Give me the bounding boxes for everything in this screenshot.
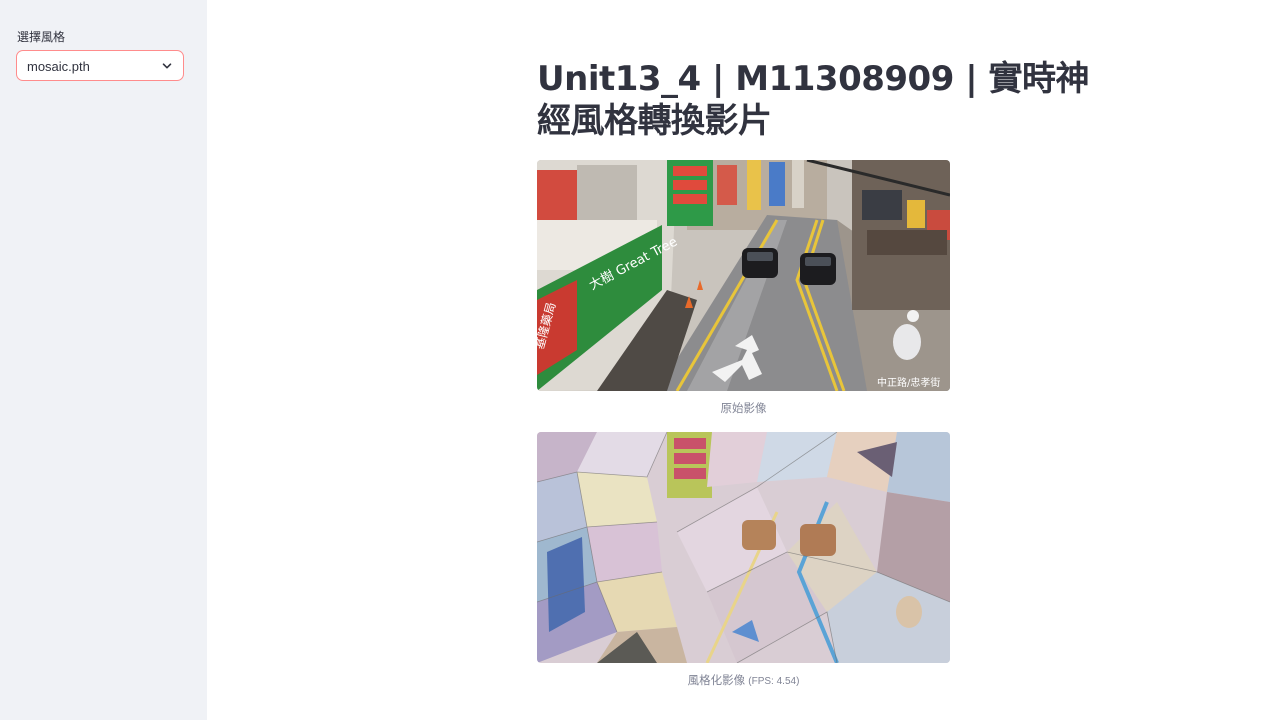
style-select[interactable]: mosaic.pth — [16, 50, 184, 81]
chevron-down-icon — [162, 63, 172, 69]
style-select-value: mosaic.pth — [27, 59, 90, 74]
camera-watermark: 中正路/忠孝街 — [877, 376, 940, 389]
original-video-frame: 大樹 Great Tree 基隆藥局 中正路/忠孝街 — [537, 160, 950, 391]
styled-caption: 風格化影像 (FPS: 4.54) — [537, 672, 950, 688]
fps-readout: (FPS: 4.54) — [748, 676, 800, 687]
original-caption: 原始影像 — [720, 403, 767, 415]
sidebar: 選擇風格 mosaic.pth — [0, 0, 207, 720]
main-content: Unit13_4 | M11308909 | 實時神經風格轉換影片 大樹 Gre… — [207, 0, 1280, 720]
styled-caption-label: 風格化影像 — [687, 675, 746, 687]
style-select-label: 選擇風格 — [17, 30, 66, 44]
styled-video-frame — [537, 432, 950, 663]
page-title: Unit13_4 | M11308909 | 實時神經風格轉換影片 — [537, 59, 1089, 141]
app-root: 選擇風格 mosaic.pth Unit13_4 | M11308909 | 實… — [0, 0, 1280, 720]
